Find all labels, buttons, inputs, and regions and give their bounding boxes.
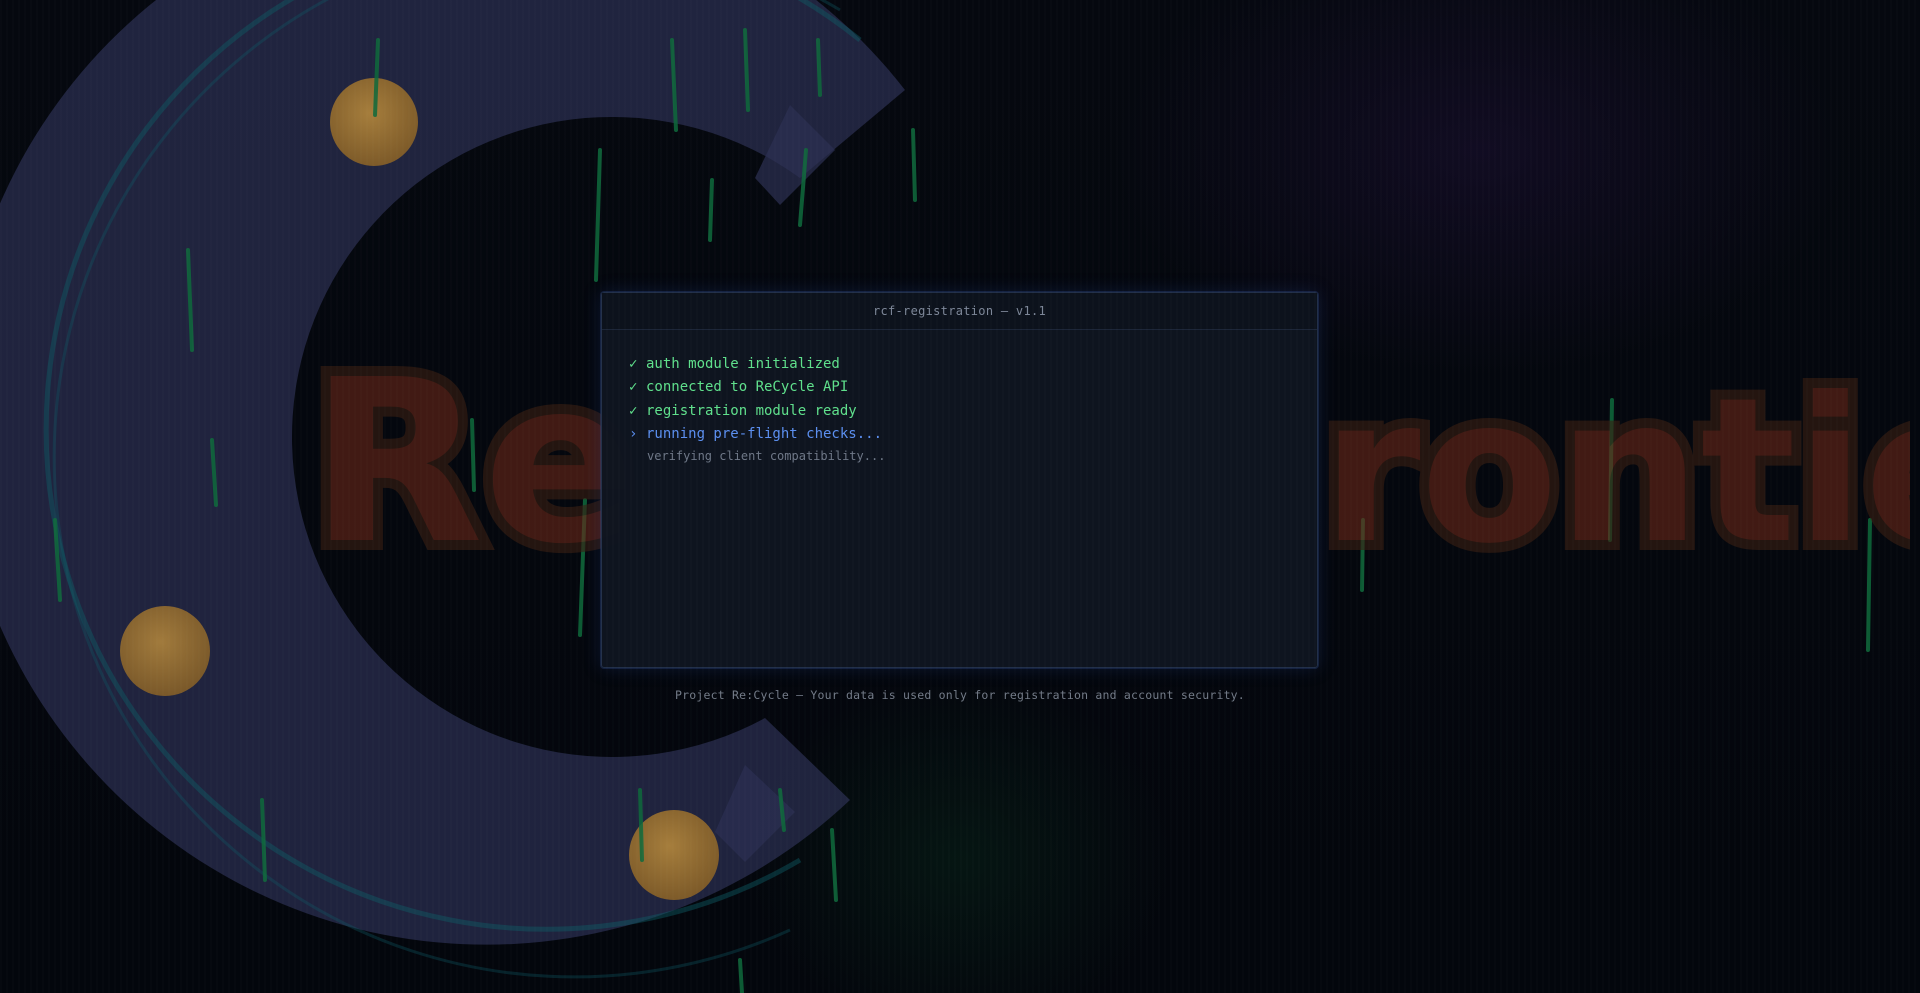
privacy-notice: Project Re:Cycle — Your data is used onl… [675, 688, 1245, 702]
terminal-titlebar: rcf-registration — v1.1 [602, 293, 1317, 330]
log-line-auth: ✓ auth module initialized [629, 352, 1290, 376]
log-line-api: ✓ connected to ReCycle API [629, 376, 1290, 400]
chevron-right-icon: › [629, 426, 638, 443]
terminal-title: rcf-registration — v1.1 [872, 304, 1047, 318]
log-text: running pre-flight checks... [646, 426, 883, 443]
check-icon: ✓ [629, 402, 638, 419]
check-icon: ✓ [629, 355, 638, 372]
logo-text-left: Re [310, 355, 636, 585]
terminal-log: ✓ auth module initialized ✓ connected to… [602, 330, 1317, 466]
log-line-registration: ✓ registration module ready [629, 399, 1290, 423]
logo-text-right: rontier [1322, 355, 1910, 585]
log-line-preflight: › running pre-flight checks... [629, 423, 1290, 447]
log-text: registration module ready [646, 402, 857, 419]
sub-status: verifying client compatibility... [647, 449, 886, 463]
log-text: connected to ReCycle API [646, 379, 849, 396]
check-icon: ✓ [629, 379, 638, 396]
log-text: auth module initialized [646, 355, 840, 372]
orb-left [120, 606, 210, 696]
splash-background: Re rontier rcf-registration — v1.1 ✓ aut… [0, 0, 1920, 993]
registration-terminal: rcf-registration — v1.1 ✓ auth module in… [601, 292, 1318, 668]
